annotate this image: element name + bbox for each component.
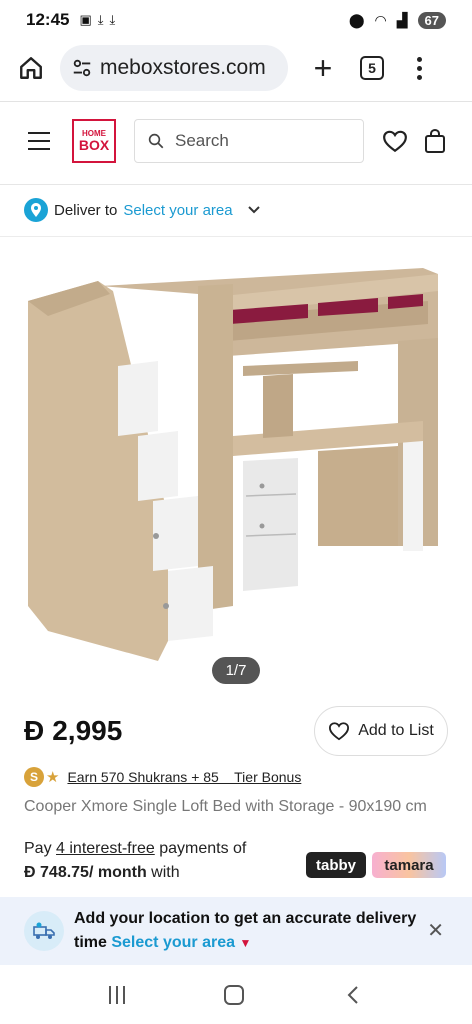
site-header: HOME BOX bbox=[0, 102, 472, 180]
pay-label: Pay bbox=[24, 840, 52, 857]
browser-menu-button[interactable] bbox=[414, 56, 424, 80]
location-icon: ⬤ bbox=[348, 11, 365, 28]
delivery-truck-icon bbox=[24, 911, 64, 951]
new-tab-button[interactable]: + bbox=[306, 52, 340, 84]
heart-icon bbox=[329, 722, 350, 741]
address-bar[interactable]: meboxstores.com bbox=[60, 45, 288, 91]
search-input[interactable] bbox=[175, 131, 345, 151]
homebox-logo[interactable]: HOME BOX bbox=[72, 119, 116, 163]
product-title: Cooper Xmore Single Loft Bed with Storag… bbox=[24, 798, 427, 815]
chevron-down-icon[interactable] bbox=[247, 203, 261, 217]
browser-toolbar: meboxstores.com + 5 bbox=[0, 42, 472, 94]
add-to-list-label: Add to List bbox=[358, 722, 434, 739]
home-icon bbox=[20, 57, 42, 79]
product-image[interactable] bbox=[18, 246, 454, 692]
installment-amount: 748.75/ month bbox=[40, 864, 147, 881]
deliver-to-bar[interactable]: Deliver to Select your area bbox=[0, 186, 472, 234]
system-nav-bar bbox=[0, 966, 472, 1024]
price-row: Đ 2,995 Add to List bbox=[24, 705, 448, 757]
wishlist-button[interactable] bbox=[382, 128, 408, 154]
price-value: 2,995 bbox=[52, 715, 123, 746]
add-to-list-button[interactable]: Add to List bbox=[314, 706, 448, 756]
deliver-label: Deliver to bbox=[54, 201, 118, 219]
close-icon[interactable]: ✕ bbox=[427, 921, 444, 941]
divider bbox=[0, 236, 472, 237]
installment-info: Pay 4 interest-free payments of Đ 748.75… bbox=[24, 840, 448, 896]
select-area-link[interactable]: Select your area bbox=[123, 202, 232, 219]
search-icon bbox=[148, 133, 164, 149]
location-pin-icon bbox=[24, 198, 48, 222]
home-nav-button[interactable] bbox=[223, 985, 244, 1005]
back-icon bbox=[347, 986, 358, 1004]
menu-icon[interactable] bbox=[28, 132, 50, 150]
shukran-text[interactable]: Earn 570 Shukrans + 85 Tier Bonus bbox=[67, 769, 301, 785]
status-time: 12:45 bbox=[26, 10, 70, 29]
location-banner[interactable]: Add your location to get an accurate del… bbox=[0, 897, 472, 965]
divider bbox=[0, 184, 472, 185]
shukran-row[interactable]: S ★ Earn 570 Shukrans + 85 Tier Bonus bbox=[24, 764, 301, 790]
status-bar: 12:45 ▣ ⤓ ⤓ ⬤ ◠ ▟ 67 bbox=[0, 0, 472, 40]
battery-badge: 67 bbox=[417, 11, 446, 29]
screen-record-icon: ▣ bbox=[79, 12, 92, 27]
shopping-bag-icon bbox=[425, 128, 445, 153]
search-field[interactable] bbox=[134, 119, 364, 163]
heart-icon bbox=[383, 130, 407, 153]
payments-of-label: payments of bbox=[159, 840, 247, 857]
star-icon: ★ bbox=[46, 769, 60, 786]
interest-free-link[interactable]: 4 interest-free bbox=[56, 840, 155, 857]
tab-switcher-button[interactable]: 5 bbox=[360, 56, 384, 80]
home-button[interactable] bbox=[14, 51, 48, 85]
currency-symbol: Đ bbox=[24, 715, 45, 746]
with-label: with bbox=[151, 864, 180, 881]
download-icon: ⤓ bbox=[109, 12, 116, 27]
location-banner-text: Add your location to get an accurate del… bbox=[74, 910, 417, 951]
product-price: Đ 2,995 bbox=[24, 715, 122, 747]
tabby-logo[interactable]: tabby bbox=[306, 852, 366, 878]
back-button[interactable] bbox=[343, 985, 363, 1005]
image-pager: 1/7 bbox=[212, 657, 260, 684]
installment-currency: Đ bbox=[24, 864, 36, 881]
cart-button[interactable] bbox=[422, 128, 448, 154]
recent-apps-button[interactable] bbox=[109, 986, 126, 1004]
tamara-logo[interactable]: tamara bbox=[372, 852, 446, 878]
shukran-badge-icon: S bbox=[24, 767, 44, 787]
site-settings-icon[interactable] bbox=[70, 56, 94, 80]
chevron-down-icon[interactable]: ▼ bbox=[239, 936, 251, 950]
wifi-icon: ◠ bbox=[374, 11, 387, 28]
download-icon: ⤓ bbox=[97, 12, 104, 27]
signal-icon: ▟ bbox=[396, 11, 408, 28]
url-text: meboxstores.com bbox=[100, 56, 266, 79]
select-area-link[interactable]: Select your area bbox=[111, 934, 235, 951]
